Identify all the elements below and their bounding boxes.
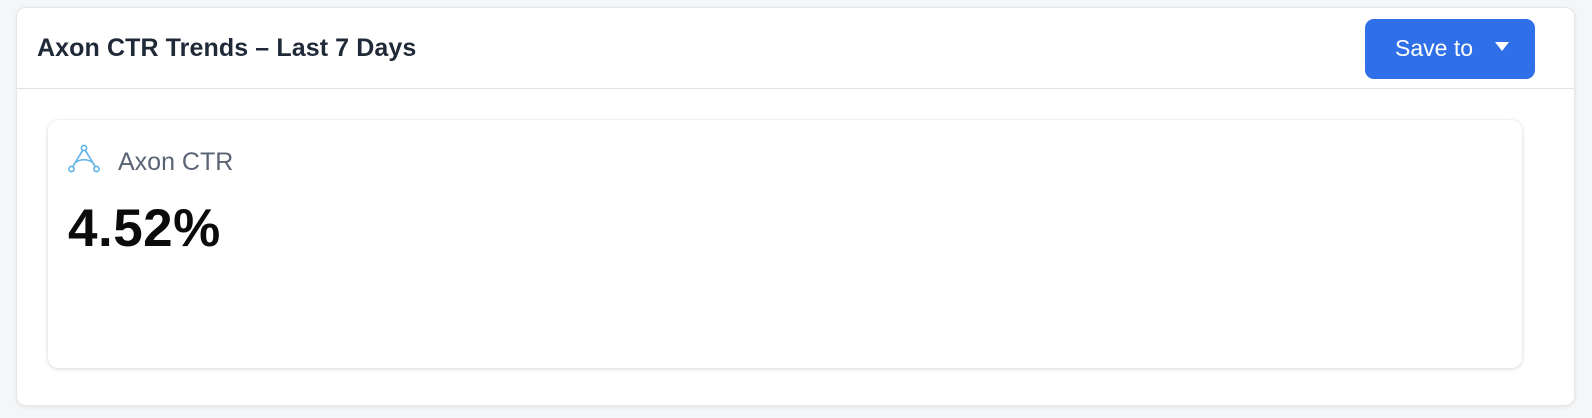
metric-header: Axon CTR: [67, 140, 233, 177]
caret-down-icon: [1495, 42, 1509, 51]
metric-label: Axon CTR: [118, 148, 234, 176]
report-panel: Axon CTR Trends – Last 7 Days Save to Ax…: [16, 7, 1575, 406]
metric-value: 4.52%: [68, 199, 221, 258]
metric-card: Axon CTR 4.52%: [48, 120, 1522, 368]
page-title: Axon CTR Trends – Last 7 Days: [37, 33, 417, 62]
save-to-button[interactable]: Save to: [1365, 18, 1535, 79]
axon-triangle-icon: [68, 144, 100, 172]
save-to-label: Save to: [1395, 35, 1473, 61]
panel-header: Axon CTR Trends – Last 7 Days Save to: [17, 8, 1574, 89]
